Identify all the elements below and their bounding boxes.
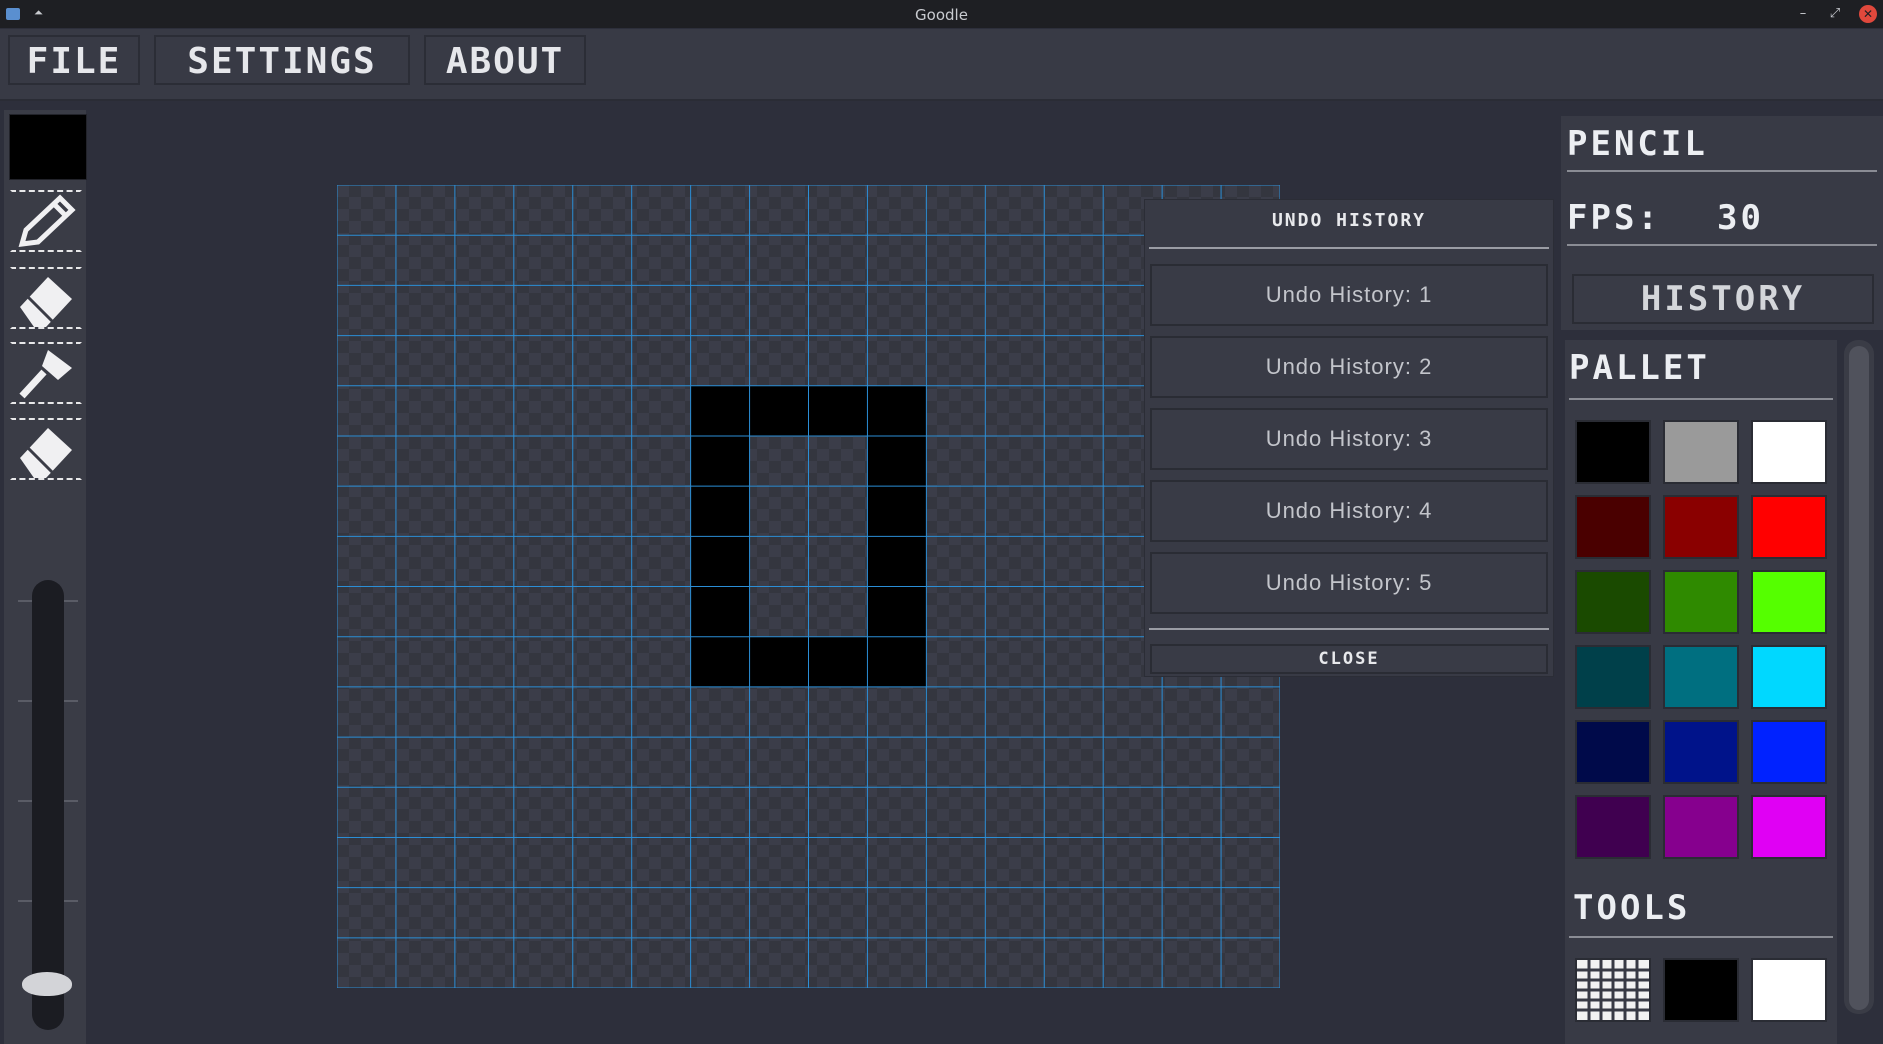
background-white-swatch[interactable] — [1751, 958, 1827, 1022]
grid-toggle-button[interactable] — [1575, 958, 1651, 1022]
filled-pixel[interactable] — [690, 486, 750, 537]
palette-swatch[interactable] — [1575, 495, 1651, 559]
filled-pixel[interactable] — [867, 536, 927, 587]
filled-pixel[interactable] — [867, 486, 927, 537]
slider-tick — [64, 900, 78, 902]
filled-pixel[interactable] — [749, 636, 809, 687]
filled-pixel[interactable] — [867, 385, 927, 436]
minimize-button[interactable]: – — [1794, 5, 1812, 23]
undo-history-item-3[interactable]: Undo History: 3 — [1150, 408, 1548, 470]
filled-pixel[interactable] — [867, 636, 927, 687]
filled-pixel[interactable] — [867, 435, 927, 487]
divider — [1569, 936, 1833, 938]
title-bar: ⏶ Goodle – ⤢ ✕ — [0, 0, 1883, 28]
fps-value: 30 — [1717, 198, 1764, 238]
history-button[interactable]: HISTORY — [1572, 274, 1874, 324]
palette-swatch[interactable] — [1751, 495, 1827, 559]
eraser-tool-button[interactable] — [8, 265, 84, 331]
filled-pixel[interactable] — [690, 636, 750, 687]
current-color-swatch[interactable] — [9, 114, 87, 180]
slider-tick — [64, 800, 78, 802]
filled-pixel[interactable] — [808, 385, 868, 436]
filled-pixel[interactable] — [867, 586, 927, 637]
pencil-tool-button[interactable] — [8, 188, 84, 254]
about-menu-button[interactable]: ABOUT — [424, 35, 586, 85]
pallet-scrollbar-thumb[interactable] — [1849, 346, 1869, 1010]
menu-bar: FILE SETTINGS ABOUT — [0, 29, 1883, 101]
undo-history-panel: UNDO HISTORY Undo History: 1 Undo Histor… — [1144, 199, 1554, 677]
tool-info-box: PENCIL FPS: 30 HISTORY — [1561, 116, 1883, 330]
left-toolbar — [4, 110, 87, 1044]
palette-swatch[interactable] — [1751, 420, 1827, 484]
fill-tool-button[interactable] — [8, 340, 84, 406]
divider — [1569, 398, 1833, 400]
undo-history-title: UNDO HISTORY — [1271, 210, 1427, 231]
clear-eraser-icon — [20, 428, 72, 478]
slider-tick — [18, 600, 32, 602]
palette-swatch[interactable] — [1575, 570, 1651, 634]
slider-tick — [64, 700, 78, 702]
divider — [1567, 244, 1877, 246]
divider — [1149, 247, 1549, 249]
fill-bucket-icon — [19, 350, 72, 399]
pallet-title: PALLET — [1569, 348, 1710, 388]
palette-swatch[interactable] — [1663, 495, 1739, 559]
right-panel: PENCIL FPS: 30 HISTORY PALLET TOOLS — [1559, 110, 1883, 1044]
palette-swatch[interactable] — [1751, 570, 1827, 634]
settings-menu-button[interactable]: SETTINGS — [154, 35, 410, 85]
divider — [1149, 628, 1549, 630]
background-black-swatch[interactable] — [1663, 958, 1739, 1022]
slider-tick — [18, 700, 32, 702]
grid-icon — [1577, 960, 1649, 1020]
brush-size-slider-knob[interactable] — [22, 972, 72, 996]
undo-history-item-1[interactable]: Undo History: 1 — [1150, 264, 1548, 326]
drawing-canvas[interactable] — [337, 185, 1280, 988]
palette-swatch[interactable] — [1575, 645, 1651, 709]
brush-size-slider-track[interactable] — [32, 580, 64, 1030]
file-menu-button[interactable]: FILE — [8, 35, 140, 85]
filled-pixel[interactable] — [690, 586, 750, 637]
slider-tick — [18, 900, 32, 902]
palette-swatch[interactable] — [1663, 795, 1739, 859]
slider-tick — [64, 600, 78, 602]
current-tool-name: PENCIL — [1567, 124, 1708, 164]
pallet-box: PALLET TOOLS — [1565, 340, 1837, 1044]
filled-pixel[interactable] — [690, 435, 750, 487]
undo-history-item-4[interactable]: Undo History: 4 — [1150, 480, 1548, 542]
palette-swatch[interactable] — [1575, 720, 1651, 784]
filled-pixel[interactable] — [808, 636, 868, 687]
palette-swatch[interactable] — [1751, 645, 1827, 709]
filled-pixel[interactable] — [749, 385, 809, 436]
palette-swatch[interactable] — [1575, 420, 1651, 484]
clear-tool-button[interactable] — [8, 416, 84, 482]
undo-history-item-2[interactable]: Undo History: 2 — [1150, 336, 1548, 398]
palette-swatch[interactable] — [1751, 720, 1827, 784]
palette-swatch[interactable] — [1663, 720, 1739, 784]
eraser-icon — [20, 277, 72, 327]
undo-close-button[interactable]: CLOSE — [1150, 644, 1548, 674]
maximize-button[interactable]: ⤢ — [1826, 5, 1844, 23]
undo-history-item-5[interactable]: Undo History: 5 — [1150, 552, 1548, 614]
palette-swatch[interactable] — [1575, 795, 1651, 859]
close-window-button[interactable]: ✕ — [1859, 5, 1877, 23]
slider-tick — [18, 800, 32, 802]
filled-pixel[interactable] — [690, 385, 750, 436]
tools-title: TOOLS — [1573, 888, 1691, 928]
window-title: Goodle — [915, 6, 968, 24]
palette-swatch[interactable] — [1751, 795, 1827, 859]
palette-swatch[interactable] — [1663, 645, 1739, 709]
fps-label: FPS: — [1567, 198, 1661, 238]
palette-swatch[interactable] — [1663, 420, 1739, 484]
filled-pixel[interactable] — [690, 536, 750, 587]
pallet-scrollbar[interactable] — [1844, 340, 1874, 1014]
palette-swatch[interactable] — [1663, 570, 1739, 634]
pixel-grid[interactable] — [337, 185, 1280, 988]
pencil-icon — [18, 194, 76, 247]
divider — [1567, 170, 1877, 172]
